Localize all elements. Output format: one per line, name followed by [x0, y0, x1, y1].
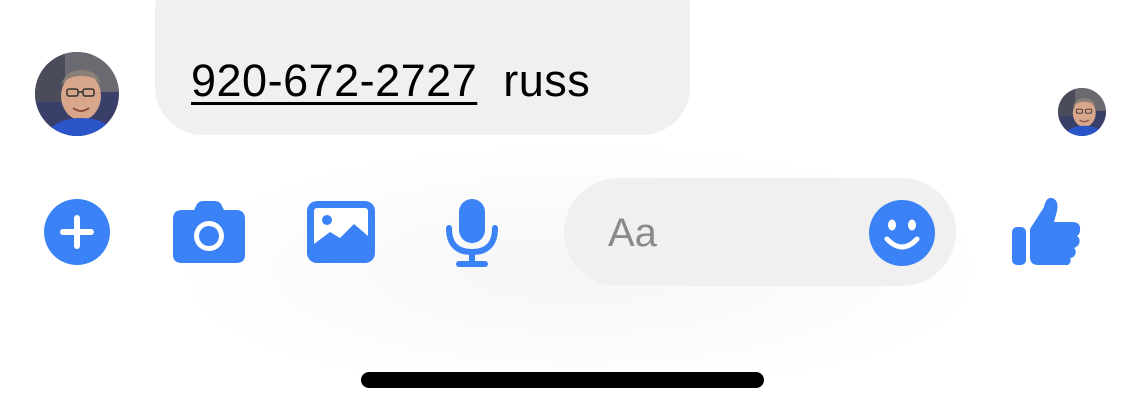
image-icon [307, 201, 375, 263]
emoji-button[interactable] [868, 199, 936, 267]
message-input[interactable] [608, 208, 858, 258]
read-receipt-avatar [1058, 88, 1106, 136]
like-button[interactable] [1010, 195, 1082, 267]
message-bubble[interactable]: 920-672-2727 russ [155, 0, 690, 135]
message-composer [564, 178, 956, 286]
read-receipt-avatar-icon [1058, 88, 1106, 136]
plus-button[interactable] [43, 198, 111, 266]
microphone-icon [446, 199, 498, 267]
microphone-button[interactable] [444, 198, 500, 268]
user-avatar-icon [35, 52, 119, 136]
message-name: russ [503, 55, 591, 106]
home-indicator[interactable] [361, 372, 764, 388]
phone-number-link[interactable]: 920-672-2727 [191, 55, 477, 106]
plus-circle-icon [44, 199, 110, 265]
thumbs-up-icon [1012, 197, 1081, 265]
camera-icon [173, 201, 245, 263]
smiley-icon [869, 200, 935, 266]
gallery-button[interactable] [306, 200, 376, 264]
camera-button[interactable] [172, 200, 246, 264]
message-text: 920-672-2727 russ [191, 55, 590, 107]
sender-avatar[interactable] [35, 52, 119, 136]
messenger-screen: 920-672-2727 russ [0, 0, 1124, 411]
